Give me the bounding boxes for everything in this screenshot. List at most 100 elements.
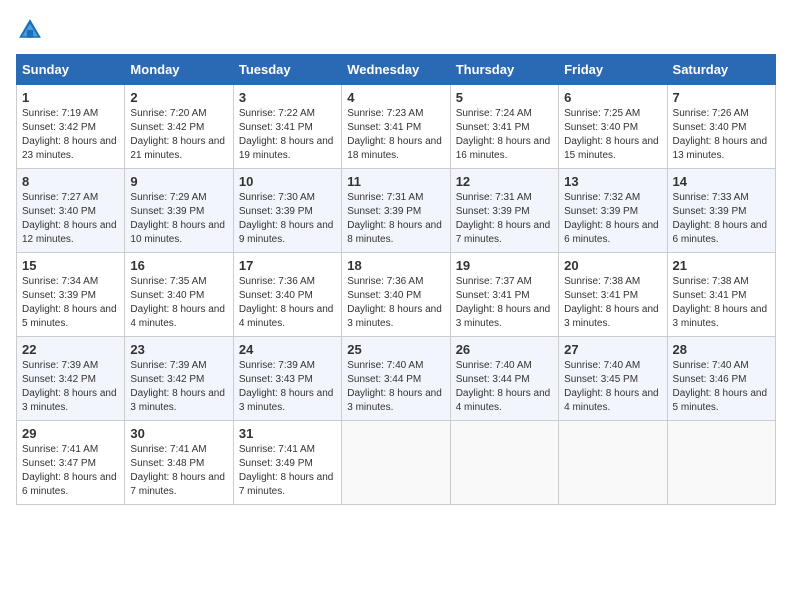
day-number: 12 xyxy=(456,174,553,189)
calendar-cell: 1 Sunrise: 7:19 AM Sunset: 3:42 PM Dayli… xyxy=(17,85,125,169)
calendar-cell xyxy=(450,421,558,505)
cell-info: Sunrise: 7:36 AM Sunset: 3:40 PM Dayligh… xyxy=(239,275,336,331)
calendar-cell: 26 Sunrise: 7:40 AM Sunset: 3:44 PM Dayl… xyxy=(450,337,558,421)
day-number: 4 xyxy=(347,90,444,105)
day-number: 13 xyxy=(564,174,661,189)
day-number: 20 xyxy=(564,258,661,273)
calendar-cell: 31 Sunrise: 7:41 AM Sunset: 3:49 PM Dayl… xyxy=(233,421,341,505)
calendar-cell: 17 Sunrise: 7:36 AM Sunset: 3:40 PM Dayl… xyxy=(233,253,341,337)
calendar-table: SundayMondayTuesdayWednesdayThursdayFrid… xyxy=(16,54,776,505)
day-number: 15 xyxy=(22,258,119,273)
calendar-header-row: SundayMondayTuesdayWednesdayThursdayFrid… xyxy=(17,55,776,85)
day-number: 21 xyxy=(673,258,770,273)
calendar-cell: 2 Sunrise: 7:20 AM Sunset: 3:42 PM Dayli… xyxy=(125,85,233,169)
calendar-week-row: 8 Sunrise: 7:27 AM Sunset: 3:40 PM Dayli… xyxy=(17,169,776,253)
day-header-thursday: Thursday xyxy=(450,55,558,85)
calendar-cell: 4 Sunrise: 7:23 AM Sunset: 3:41 PM Dayli… xyxy=(342,85,450,169)
day-header-tuesday: Tuesday xyxy=(233,55,341,85)
cell-info: Sunrise: 7:27 AM Sunset: 3:40 PM Dayligh… xyxy=(22,191,119,247)
calendar-cell: 28 Sunrise: 7:40 AM Sunset: 3:46 PM Dayl… xyxy=(667,337,775,421)
day-number: 19 xyxy=(456,258,553,273)
cell-info: Sunrise: 7:31 AM Sunset: 3:39 PM Dayligh… xyxy=(347,191,444,247)
day-number: 3 xyxy=(239,90,336,105)
day-number: 31 xyxy=(239,426,336,441)
logo-icon xyxy=(16,16,44,44)
cell-info: Sunrise: 7:24 AM Sunset: 3:41 PM Dayligh… xyxy=(456,107,553,163)
cell-info: Sunrise: 7:19 AM Sunset: 3:42 PM Dayligh… xyxy=(22,107,119,163)
cell-info: Sunrise: 7:40 AM Sunset: 3:46 PM Dayligh… xyxy=(673,359,770,415)
calendar-cell: 20 Sunrise: 7:38 AM Sunset: 3:41 PM Dayl… xyxy=(559,253,667,337)
calendar-cell: 15 Sunrise: 7:34 AM Sunset: 3:39 PM Dayl… xyxy=(17,253,125,337)
day-number: 16 xyxy=(130,258,227,273)
calendar-cell: 18 Sunrise: 7:36 AM Sunset: 3:40 PM Dayl… xyxy=(342,253,450,337)
calendar-cell: 6 Sunrise: 7:25 AM Sunset: 3:40 PM Dayli… xyxy=(559,85,667,169)
day-number: 9 xyxy=(130,174,227,189)
cell-info: Sunrise: 7:40 AM Sunset: 3:45 PM Dayligh… xyxy=(564,359,661,415)
calendar-cell xyxy=(667,421,775,505)
cell-info: Sunrise: 7:41 AM Sunset: 3:48 PM Dayligh… xyxy=(130,443,227,499)
calendar-cell: 10 Sunrise: 7:30 AM Sunset: 3:39 PM Dayl… xyxy=(233,169,341,253)
day-number: 18 xyxy=(347,258,444,273)
calendar-cell: 24 Sunrise: 7:39 AM Sunset: 3:43 PM Dayl… xyxy=(233,337,341,421)
calendar-cell: 11 Sunrise: 7:31 AM Sunset: 3:39 PM Dayl… xyxy=(342,169,450,253)
cell-info: Sunrise: 7:40 AM Sunset: 3:44 PM Dayligh… xyxy=(456,359,553,415)
day-number: 28 xyxy=(673,342,770,357)
calendar-cell: 12 Sunrise: 7:31 AM Sunset: 3:39 PM Dayl… xyxy=(450,169,558,253)
cell-info: Sunrise: 7:20 AM Sunset: 3:42 PM Dayligh… xyxy=(130,107,227,163)
cell-info: Sunrise: 7:38 AM Sunset: 3:41 PM Dayligh… xyxy=(564,275,661,331)
day-header-sunday: Sunday xyxy=(17,55,125,85)
day-number: 2 xyxy=(130,90,227,105)
day-header-saturday: Saturday xyxy=(667,55,775,85)
day-number: 11 xyxy=(347,174,444,189)
calendar-week-row: 29 Sunrise: 7:41 AM Sunset: 3:47 PM Dayl… xyxy=(17,421,776,505)
day-number: 22 xyxy=(22,342,119,357)
calendar-cell: 13 Sunrise: 7:32 AM Sunset: 3:39 PM Dayl… xyxy=(559,169,667,253)
cell-info: Sunrise: 7:38 AM Sunset: 3:41 PM Dayligh… xyxy=(673,275,770,331)
cell-info: Sunrise: 7:25 AM Sunset: 3:40 PM Dayligh… xyxy=(564,107,661,163)
calendar-cell: 22 Sunrise: 7:39 AM Sunset: 3:42 PM Dayl… xyxy=(17,337,125,421)
day-number: 10 xyxy=(239,174,336,189)
calendar-cell: 5 Sunrise: 7:24 AM Sunset: 3:41 PM Dayli… xyxy=(450,85,558,169)
calendar-cell xyxy=(559,421,667,505)
calendar-cell: 29 Sunrise: 7:41 AM Sunset: 3:47 PM Dayl… xyxy=(17,421,125,505)
calendar-cell: 3 Sunrise: 7:22 AM Sunset: 3:41 PM Dayli… xyxy=(233,85,341,169)
calendar-cell xyxy=(342,421,450,505)
calendar-cell: 14 Sunrise: 7:33 AM Sunset: 3:39 PM Dayl… xyxy=(667,169,775,253)
calendar-week-row: 22 Sunrise: 7:39 AM Sunset: 3:42 PM Dayl… xyxy=(17,337,776,421)
day-number: 7 xyxy=(673,90,770,105)
day-number: 8 xyxy=(22,174,119,189)
day-number: 25 xyxy=(347,342,444,357)
day-number: 27 xyxy=(564,342,661,357)
calendar-cell: 30 Sunrise: 7:41 AM Sunset: 3:48 PM Dayl… xyxy=(125,421,233,505)
calendar-body: 1 Sunrise: 7:19 AM Sunset: 3:42 PM Dayli… xyxy=(17,85,776,505)
calendar-cell: 16 Sunrise: 7:35 AM Sunset: 3:40 PM Dayl… xyxy=(125,253,233,337)
cell-info: Sunrise: 7:37 AM Sunset: 3:41 PM Dayligh… xyxy=(456,275,553,331)
day-header-friday: Friday xyxy=(559,55,667,85)
cell-info: Sunrise: 7:23 AM Sunset: 3:41 PM Dayligh… xyxy=(347,107,444,163)
calendar-week-row: 15 Sunrise: 7:34 AM Sunset: 3:39 PM Dayl… xyxy=(17,253,776,337)
cell-info: Sunrise: 7:41 AM Sunset: 3:47 PM Dayligh… xyxy=(22,443,119,499)
day-number: 5 xyxy=(456,90,553,105)
calendar-cell: 9 Sunrise: 7:29 AM Sunset: 3:39 PM Dayli… xyxy=(125,169,233,253)
day-header-wednesday: Wednesday xyxy=(342,55,450,85)
calendar-cell: 21 Sunrise: 7:38 AM Sunset: 3:41 PM Dayl… xyxy=(667,253,775,337)
day-number: 24 xyxy=(239,342,336,357)
day-number: 6 xyxy=(564,90,661,105)
calendar-cell: 8 Sunrise: 7:27 AM Sunset: 3:40 PM Dayli… xyxy=(17,169,125,253)
cell-info: Sunrise: 7:35 AM Sunset: 3:40 PM Dayligh… xyxy=(130,275,227,331)
day-header-monday: Monday xyxy=(125,55,233,85)
cell-info: Sunrise: 7:31 AM Sunset: 3:39 PM Dayligh… xyxy=(456,191,553,247)
cell-info: Sunrise: 7:41 AM Sunset: 3:49 PM Dayligh… xyxy=(239,443,336,499)
cell-info: Sunrise: 7:39 AM Sunset: 3:42 PM Dayligh… xyxy=(22,359,119,415)
calendar-cell: 7 Sunrise: 7:26 AM Sunset: 3:40 PM Dayli… xyxy=(667,85,775,169)
calendar-week-row: 1 Sunrise: 7:19 AM Sunset: 3:42 PM Dayli… xyxy=(17,85,776,169)
cell-info: Sunrise: 7:26 AM Sunset: 3:40 PM Dayligh… xyxy=(673,107,770,163)
day-number: 30 xyxy=(130,426,227,441)
cell-info: Sunrise: 7:33 AM Sunset: 3:39 PM Dayligh… xyxy=(673,191,770,247)
cell-info: Sunrise: 7:34 AM Sunset: 3:39 PM Dayligh… xyxy=(22,275,119,331)
logo xyxy=(16,16,48,44)
cell-info: Sunrise: 7:32 AM Sunset: 3:39 PM Dayligh… xyxy=(564,191,661,247)
cell-info: Sunrise: 7:36 AM Sunset: 3:40 PM Dayligh… xyxy=(347,275,444,331)
calendar-cell: 25 Sunrise: 7:40 AM Sunset: 3:44 PM Dayl… xyxy=(342,337,450,421)
page-header xyxy=(16,16,776,44)
